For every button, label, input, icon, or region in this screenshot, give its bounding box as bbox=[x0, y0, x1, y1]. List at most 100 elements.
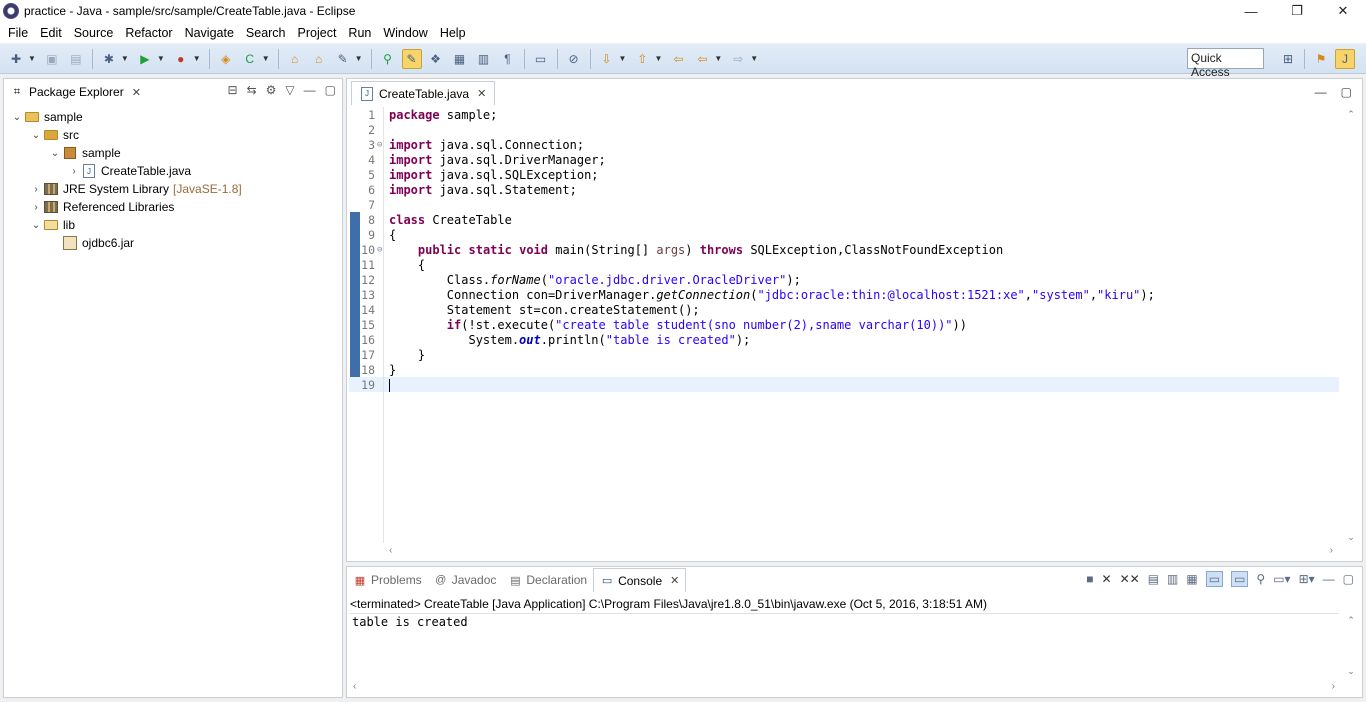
menu-help[interactable]: Help bbox=[434, 26, 472, 40]
scroll-left-icon[interactable]: ‹ bbox=[353, 681, 356, 695]
debug-icon[interactable]: ✱ bbox=[99, 49, 119, 69]
new-java-project-icon[interactable]: ◈ bbox=[216, 49, 236, 69]
clear-console-icon[interactable]: ▤ bbox=[1148, 572, 1159, 586]
java-perspective-icon[interactable]: J bbox=[1335, 49, 1355, 69]
expand-icon[interactable]: ⌄ bbox=[48, 148, 62, 159]
forward-icon[interactable]: ⇨ bbox=[728, 49, 748, 69]
toggle-breadcrumb-icon[interactable]: ❖ bbox=[426, 49, 446, 69]
scroll-right-icon[interactable]: › bbox=[1332, 681, 1335, 695]
menu-run[interactable]: Run bbox=[342, 26, 377, 40]
last-edit-location-icon[interactable]: ⇦ bbox=[668, 49, 688, 69]
maximize-icon[interactable]: ▢ bbox=[1341, 85, 1352, 99]
maximize-icon[interactable]: ▢ bbox=[1343, 572, 1354, 586]
editor-vertical-scrollbar[interactable]: ⌃ ⌄ bbox=[1344, 109, 1358, 543]
tree-item-jre-system-library[interactable]: › JRE System Library [JavaSE-1.8] bbox=[4, 180, 342, 198]
search-dropdown-icon[interactable]: ▼ bbox=[355, 54, 363, 63]
view-menu-icon[interactable]: ▽ bbox=[285, 83, 294, 97]
tab-problems[interactable]: ▦ Problems bbox=[347, 568, 428, 592]
expand-icon[interactable]: ⌄ bbox=[10, 112, 24, 123]
run-icon[interactable]: ▶ bbox=[135, 49, 155, 69]
quick-access-field[interactable]: Quick Access bbox=[1187, 48, 1264, 79]
new-class-dropdown-icon[interactable]: ▼ bbox=[262, 54, 270, 63]
tree-item-referenced-libraries[interactable]: › Referenced Libraries bbox=[4, 198, 342, 216]
console-output[interactable]: table is created bbox=[349, 613, 1339, 679]
expand-icon[interactable]: › bbox=[29, 202, 43, 213]
minimize-icon[interactable]: — bbox=[304, 83, 316, 97]
skip-breakpoints-icon[interactable]: ⊘ bbox=[564, 49, 584, 69]
scroll-right-icon[interactable]: › bbox=[1330, 545, 1333, 559]
next-annotation-icon[interactable]: ⇩ bbox=[597, 49, 617, 69]
close-button[interactable]: ✕ bbox=[1320, 0, 1366, 22]
menu-edit[interactable]: Edit bbox=[34, 26, 68, 40]
editor-horizontal-scrollbar[interactable]: ‹ › bbox=[387, 545, 1335, 559]
maximize-button[interactable]: ❐ bbox=[1274, 0, 1320, 22]
search-icon[interactable]: ✎ bbox=[333, 49, 353, 69]
expand-icon[interactable]: ⌄ bbox=[29, 130, 43, 141]
block-selection-icon[interactable]: ▦ bbox=[450, 49, 470, 69]
back-dropdown-icon[interactable]: ▼ bbox=[714, 54, 722, 63]
console-view-icon[interactable]: ▭ bbox=[531, 49, 551, 69]
scroll-down-icon[interactable]: ⌄ bbox=[1344, 532, 1358, 543]
paragraph-icon[interactable]: ¶ bbox=[498, 49, 518, 69]
console-horizontal-scrollbar[interactable]: ‹ › bbox=[351, 681, 1337, 695]
word-wrap-icon[interactable]: ▦ bbox=[1186, 572, 1197, 586]
new-dropdown-icon[interactable]: ▼ bbox=[28, 54, 36, 63]
minimize-icon[interactable]: — bbox=[1323, 572, 1335, 586]
scroll-left-icon[interactable]: ‹ bbox=[389, 545, 392, 559]
scroll-up-icon[interactable]: ⌃ bbox=[1344, 615, 1358, 626]
prev-annotation-dropdown-icon[interactable]: ▼ bbox=[654, 54, 662, 63]
menu-search[interactable]: Search bbox=[240, 26, 292, 40]
minimize-icon[interactable]: — bbox=[1315, 85, 1327, 99]
open-type-icon[interactable]: ⌂ bbox=[285, 49, 305, 69]
collapse-all-icon[interactable]: ⊟ bbox=[228, 83, 238, 97]
tree-item-sample-package[interactable]: ⌄ sample bbox=[4, 144, 342, 162]
console-vertical-scrollbar[interactable]: ⌃ ⌄ bbox=[1344, 615, 1358, 677]
open-console-icon[interactable]: ⊞▾ bbox=[1299, 572, 1315, 586]
debug-dropdown-icon[interactable]: ▼ bbox=[121, 54, 129, 63]
remove-launch-icon[interactable]: ✕ bbox=[1102, 572, 1112, 586]
tab-console[interactable]: ▭ Console ✕ bbox=[593, 568, 687, 592]
tree-item-src[interactable]: ⌄ src bbox=[4, 126, 342, 144]
tab-javadoc[interactable]: @ Javadoc bbox=[428, 568, 503, 592]
tab-package-explorer[interactable]: ⌗ Package Explorer ✕ bbox=[4, 80, 147, 104]
new-class-icon[interactable]: C bbox=[240, 49, 260, 69]
toggle-mark-occurrences-icon[interactable]: ✎ bbox=[401, 48, 422, 69]
run-dropdown-icon[interactable]: ▼ bbox=[157, 54, 165, 63]
back-icon[interactable]: ⇦ bbox=[692, 49, 712, 69]
java-ee-perspective-icon[interactable]: ⚑ bbox=[1311, 49, 1331, 69]
pin-console-icon[interactable]: ⚲ bbox=[1256, 572, 1265, 586]
remove-all-terminated-icon[interactable]: ✕✕ bbox=[1120, 572, 1140, 586]
menu-navigate[interactable]: Navigate bbox=[179, 26, 240, 40]
close-icon[interactable]: ✕ bbox=[670, 574, 679, 587]
prev-annotation-icon[interactable]: ⇧ bbox=[632, 49, 652, 69]
menu-project[interactable]: Project bbox=[292, 26, 343, 40]
show-whitespace-icon[interactable]: ▥ bbox=[474, 49, 494, 69]
expand-icon[interactable]: ⌄ bbox=[29, 220, 43, 231]
menu-refactor[interactable]: Refactor bbox=[119, 26, 178, 40]
menu-source[interactable]: Source bbox=[68, 26, 120, 40]
menu-file[interactable]: File bbox=[2, 26, 34, 40]
next-annotation-dropdown-icon[interactable]: ▼ bbox=[619, 54, 627, 63]
maximize-icon[interactable]: ▢ bbox=[325, 83, 336, 97]
terminate-icon[interactable]: ■ bbox=[1086, 572, 1093, 586]
new-icon[interactable]: ✚ bbox=[6, 49, 26, 69]
tree-item-createtable-java[interactable]: › J CreateTable.java bbox=[4, 162, 342, 180]
tab-createtable-java[interactable]: J CreateTable.java ✕ bbox=[351, 81, 496, 105]
open-task-icon[interactable]: ⌂ bbox=[309, 49, 329, 69]
tab-declaration[interactable]: ▤ Declaration bbox=[502, 568, 593, 592]
fold-icon[interactable]: ⊖ bbox=[377, 245, 387, 255]
scroll-lock-icon[interactable]: ▥ bbox=[1167, 572, 1178, 586]
expand-icon[interactable]: › bbox=[29, 184, 43, 195]
tree-item-lib[interactable]: ⌄ lib bbox=[4, 216, 342, 234]
tree-item-ojdbc6-jar[interactable]: ojdbc6.jar bbox=[4, 234, 342, 252]
save-icon[interactable]: ▣ bbox=[42, 49, 62, 69]
tree-item-sample-project[interactable]: ⌄ sample bbox=[4, 108, 342, 126]
expand-icon[interactable]: › bbox=[67, 166, 81, 177]
external-tools-dropdown-icon[interactable]: ▼ bbox=[193, 54, 201, 63]
close-icon[interactable]: ✕ bbox=[477, 87, 486, 100]
external-tools-icon[interactable]: ● bbox=[171, 49, 191, 69]
show-console-on-stderr-icon[interactable]: ▭ bbox=[1231, 571, 1249, 587]
link-with-editor-icon[interactable]: ⇆ bbox=[247, 83, 257, 97]
minimize-button[interactable]: — bbox=[1228, 0, 1274, 22]
open-perspective-icon[interactable]: ⚲ bbox=[378, 49, 398, 69]
